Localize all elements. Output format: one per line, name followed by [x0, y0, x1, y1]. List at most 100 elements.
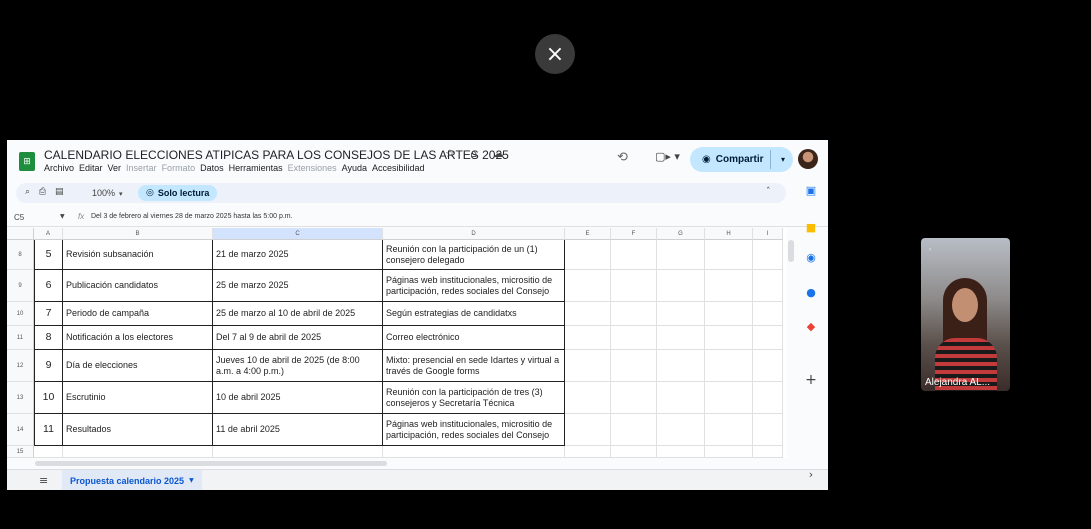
cell-date[interactable]: 11 de abril 2025	[213, 414, 383, 446]
cell-activity[interactable]: Periodo de campaña	[63, 302, 213, 326]
title-actions-icons[interactable]: ☆ ⌂ ☁	[445, 147, 510, 160]
cell-detail[interactable]: Correo electrónico	[383, 326, 565, 350]
cell-num[interactable]: 5	[34, 240, 63, 270]
cell-empty[interactable]	[753, 350, 783, 382]
column-header-f[interactable]: F	[611, 228, 657, 240]
row-header[interactable]: 11	[7, 326, 34, 350]
zoom-select[interactable]: 100% ▾	[92, 188, 123, 198]
cell-detail[interactable]: Mixto: presencial en sede Idartes y virt…	[383, 350, 565, 382]
close-button[interactable]: ×	[535, 34, 575, 74]
menu-item-archivo[interactable]: Archivo	[44, 163, 74, 173]
cell-empty[interactable]	[565, 270, 611, 302]
cell-empty[interactable]	[565, 414, 611, 446]
cell-empty[interactable]	[565, 302, 611, 326]
cell-empty[interactable]	[705, 382, 753, 414]
cell-empty[interactable]	[753, 446, 783, 458]
menu-item-editar[interactable]: Editar	[79, 163, 103, 173]
cell-empty[interactable]	[705, 326, 753, 350]
cell-empty[interactable]	[657, 302, 705, 326]
cell-empty[interactable]	[611, 414, 657, 446]
row-header[interactable]: 10	[7, 302, 34, 326]
chevron-right-icon[interactable]: ›	[804, 467, 818, 481]
cell-empty[interactable]	[705, 414, 753, 446]
cell-num[interactable]: 11	[34, 414, 63, 446]
cell-empty[interactable]	[565, 446, 611, 458]
cell-activity[interactable]: Escrutinio	[63, 382, 213, 414]
cell-date[interactable]: 10 de abril 2025	[213, 382, 383, 414]
column-header-c[interactable]: C	[213, 228, 383, 240]
cell-num[interactable]: 9	[34, 350, 63, 382]
cell-empty[interactable]	[611, 350, 657, 382]
horizontal-scrollbar[interactable]	[35, 461, 387, 466]
cell-empty[interactable]	[657, 240, 705, 270]
cell-num[interactable]	[34, 446, 63, 458]
meet-icon[interactable]: ▢▸ ▾	[655, 150, 680, 163]
column-header-d[interactable]: D	[383, 228, 565, 240]
cell-detail[interactable]: Páginas web institucionales, micrositio …	[383, 270, 565, 302]
cell-empty[interactable]	[565, 382, 611, 414]
toolbar-icons[interactable]: ⌕ ⎙ ▤	[25, 187, 66, 197]
all-sheets-icon[interactable]: ≡	[39, 474, 48, 487]
cell-empty[interactable]	[753, 414, 783, 446]
cell-num[interactable]: 6	[34, 270, 63, 302]
cell-detail[interactable]: Reunión con la participación de tres (3)…	[383, 382, 565, 414]
menu-item-accesibilidad[interactable]: Accesibilidad	[372, 163, 425, 173]
cell-date[interactable]: 25 de marzo al 10 de abril de 2025	[213, 302, 383, 326]
cell-detail[interactable]	[383, 446, 565, 458]
cell-empty[interactable]	[611, 240, 657, 270]
cell-empty[interactable]	[565, 326, 611, 350]
menu-item-herramientas[interactable]: Herramientas	[229, 163, 283, 173]
contacts-icon[interactable]: ●	[804, 285, 818, 299]
cell-date[interactable]: Del 7 al 9 de abril de 2025	[213, 326, 383, 350]
cell-empty[interactable]	[753, 326, 783, 350]
cell-activity[interactable]: Notificación a los electores	[63, 326, 213, 350]
cell-num[interactable]: 10	[34, 382, 63, 414]
cell-empty[interactable]	[657, 382, 705, 414]
cell-activity[interactable]: Revisión subsanación	[63, 240, 213, 270]
cell-activity[interactable]: Resultados	[63, 414, 213, 446]
cell-empty[interactable]	[565, 350, 611, 382]
cell-empty[interactable]	[705, 270, 753, 302]
cell-num[interactable]: 7	[34, 302, 63, 326]
column-header-a[interactable]: A	[34, 228, 63, 240]
cell-activity[interactable]	[63, 446, 213, 458]
sheet-tab-active[interactable]: Propuesta calendario 2025 ▼	[62, 470, 202, 490]
cell-activity[interactable]: Día de elecciones	[63, 350, 213, 382]
sheets-logo-icon[interactable]: ⊞	[19, 152, 35, 171]
cell-empty[interactable]	[611, 302, 657, 326]
share-button[interactable]: ◉ Compartir ▾	[690, 147, 793, 172]
cell-empty[interactable]	[753, 302, 783, 326]
cell-empty[interactable]	[753, 270, 783, 302]
cell-reference[interactable]: C5	[14, 213, 24, 222]
row-header[interactable]: 9	[7, 270, 34, 302]
cell-date[interactable]	[213, 446, 383, 458]
cell-empty[interactable]	[657, 350, 705, 382]
cell-date[interactable]: 21 de marzo 2025	[213, 240, 383, 270]
document-title[interactable]: CALENDARIO ELECCIONES ATIPICAS PARA LOS …	[44, 148, 509, 162]
add-icon[interactable]: +	[804, 372, 818, 388]
vertical-scrollbar[interactable]	[788, 240, 794, 262]
cell-empty[interactable]	[657, 270, 705, 302]
column-header-g[interactable]: G	[657, 228, 705, 240]
column-header-b[interactable]: B	[63, 228, 213, 240]
menu-item-ver[interactable]: Ver	[108, 163, 122, 173]
cell-empty[interactable]	[611, 382, 657, 414]
chevron-down-icon[interactable]: ▼	[60, 213, 65, 220]
row-header[interactable]: 12	[7, 350, 34, 382]
column-header-i[interactable]: I	[753, 228, 783, 240]
cell-empty[interactable]	[753, 382, 783, 414]
cell-num[interactable]: 8	[34, 326, 63, 350]
cell-empty[interactable]	[657, 326, 705, 350]
read-only-chip[interactable]: ◎ Solo lectura	[138, 185, 218, 201]
keep-icon[interactable]: ■	[804, 220, 818, 234]
sheet-grid[interactable]: A B C D E F G H I 8 5 Revisión subsanación 21 de mar…	[7, 228, 787, 458]
cell-date[interactable]: Jueves 10 de abril de 2025 (de 8:00 a.m.…	[213, 350, 383, 382]
row-header[interactable]: 14	[7, 414, 34, 446]
cell-empty[interactable]	[753, 240, 783, 270]
cell-empty[interactable]	[657, 446, 705, 458]
column-header-h[interactable]: H	[705, 228, 753, 240]
cell-empty[interactable]	[565, 240, 611, 270]
history-icon[interactable]: ⟲	[617, 150, 628, 165]
cell-activity[interactable]: Publicación candidatos	[63, 270, 213, 302]
participant-video-tile[interactable]: ◦ Alejandra AL...	[921, 238, 1010, 391]
